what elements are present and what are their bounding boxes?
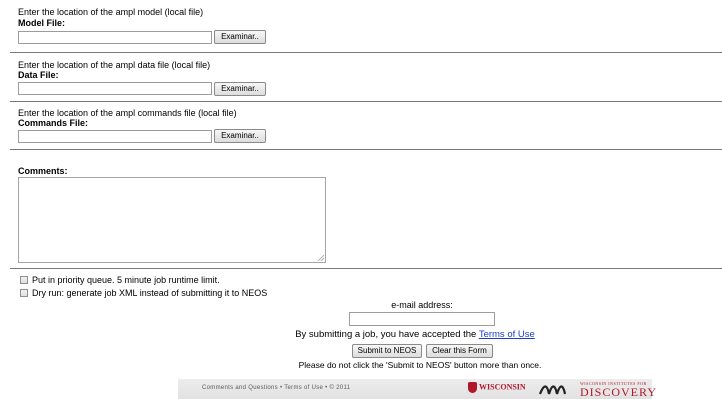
divider — [10, 268, 722, 269]
clear-form-button[interactable]: Clear this Form — [426, 344, 493, 358]
terms-notice: By submitting a job, you have accepted t… — [260, 329, 570, 341]
uw-logo[interactable]: WISCONSIN — [468, 382, 526, 396]
wid-swirl-icon — [538, 385, 567, 395]
data-file-label: Data File: — [18, 70, 59, 80]
footer-separator: • — [279, 385, 283, 391]
terms-prefix: By submitting a job, you have accepted t… — [295, 329, 479, 340]
divider — [10, 149, 722, 150]
uw-crest-icon — [468, 382, 477, 393]
data-file-input[interactable] — [18, 82, 212, 95]
divider — [10, 52, 722, 53]
model-file-browse-button[interactable]: Examinar.. — [214, 30, 266, 44]
model-file-label: Model File: — [18, 18, 65, 28]
data-file-browse-button[interactable]: Examinar.. — [214, 82, 266, 96]
model-file-instruction: Enter the location of the ampl model (lo… — [18, 7, 204, 17]
model-file-input[interactable] — [18, 31, 212, 44]
submit-button[interactable]: Submit to NEOS — [352, 344, 422, 358]
footer-terms-link[interactable]: Terms of Use — [284, 385, 323, 391]
commands-file-input[interactable] — [18, 130, 212, 143]
footer-copyright: © 2011 — [329, 385, 351, 391]
resize-grip-icon[interactable] — [318, 255, 324, 261]
dry-run-checkbox[interactable] — [20, 289, 28, 297]
priority-queue-checkbox[interactable] — [20, 276, 28, 284]
email-input[interactable] — [349, 312, 495, 326]
footer-links: Comments and Questions • Terms of Use • … — [202, 385, 350, 391]
footer-separator: • — [325, 385, 328, 391]
commands-file-browse-button[interactable]: Examinar.. — [214, 129, 266, 143]
comments-label: Comments: — [18, 166, 68, 176]
email-label: e-mail address: — [391, 300, 453, 310]
terms-of-use-link[interactable]: Terms of Use — [479, 329, 535, 340]
dry-run-label: Dry run: generate job XML instead of sub… — [32, 288, 268, 298]
comments-textarea[interactable] — [18, 177, 326, 263]
divider — [10, 101, 722, 102]
priority-queue-label: Put in priority queue. 5 minute job runt… — [32, 275, 220, 285]
footer-comments-link[interactable]: Comments and Questions — [202, 385, 278, 391]
commands-file-label: Commands File: — [18, 118, 89, 128]
footer: Comments and Questions • Terms of Use • … — [178, 379, 656, 399]
wid-logo-big-text: DISCOVERY — [580, 385, 658, 399]
warning-text: Please do not click the 'Submit to NEOS'… — [298, 360, 542, 370]
uw-logo-text: WISCONSIN — [479, 382, 526, 392]
